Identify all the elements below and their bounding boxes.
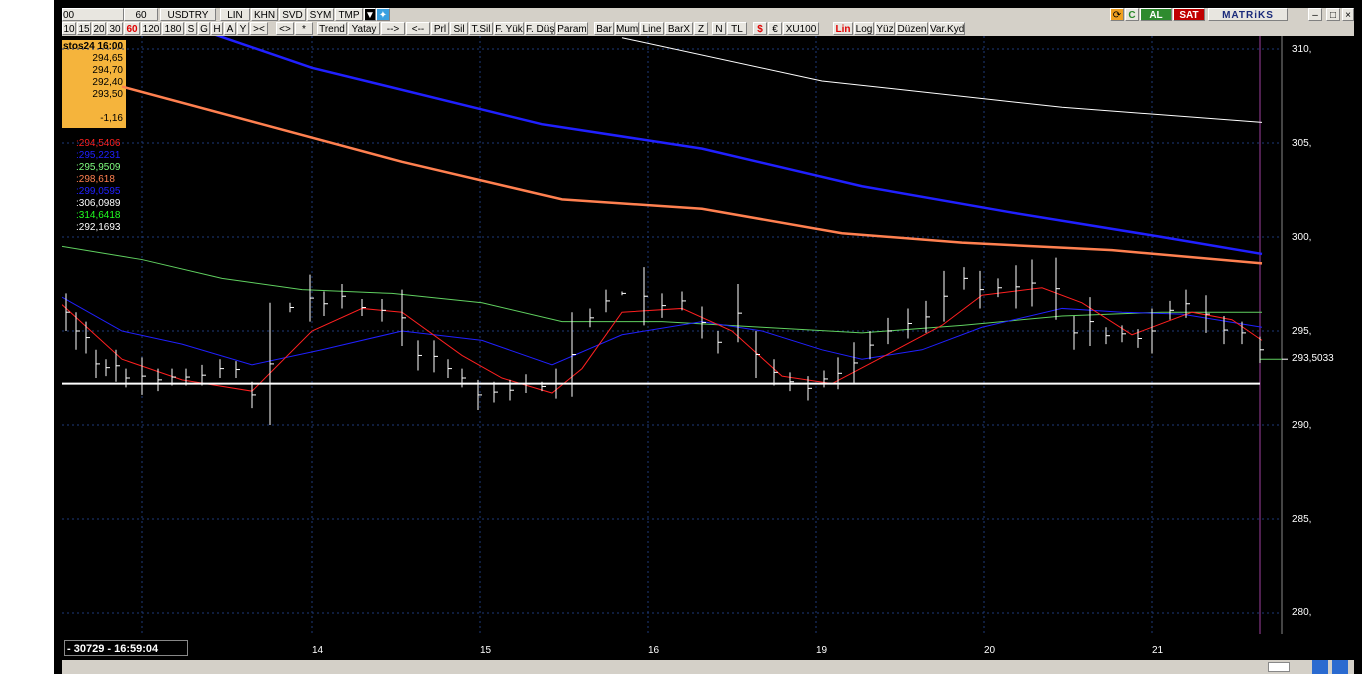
toolbar-btn-15[interactable]: Trend: [317, 22, 347, 35]
ma-blue-long: [215, 36, 1263, 256]
y-tick-label: 290,: [1292, 420, 1312, 431]
toolbar-btn-27[interactable]: Line: [640, 22, 664, 35]
status-readout: - 30729 - 16:59:04: [64, 640, 188, 656]
toolbar-btn-38[interactable]: Düzen: [896, 22, 928, 35]
y-tick-label: 280,: [1292, 607, 1312, 618]
toolbar-btn-9[interactable]: H: [211, 22, 223, 35]
dropdown-arrow-icon[interactable]: ▼: [364, 8, 376, 21]
twitter-icon[interactable]: ✦: [376, 8, 390, 21]
toolbar-btn-13[interactable]: <>: [276, 22, 294, 35]
toolbar-btn-32[interactable]: $: [753, 22, 767, 35]
lin-button[interactable]: LIN: [220, 8, 250, 21]
sell-button[interactable]: SAT: [1173, 8, 1205, 21]
toolbar-btn-35[interactable]: Lin: [833, 22, 853, 35]
toolbar-btn-18[interactable]: <--: [406, 22, 430, 35]
price-chart[interactable]: [62, 36, 1288, 634]
interval-field[interactable]: 60: [124, 8, 158, 21]
toolbar-btn-4[interactable]: 60: [124, 22, 140, 35]
y-tick-label: 310,: [1292, 44, 1312, 55]
tmp-button[interactable]: TMP: [335, 8, 363, 21]
toolbar-btn-0[interactable]: 10: [62, 22, 76, 35]
sym-button[interactable]: SYM: [307, 8, 334, 21]
toolbar-btn-1[interactable]: 15: [77, 22, 91, 35]
maximize-icon[interactable]: □: [1326, 8, 1340, 21]
toolbar-btn-29[interactable]: Z: [694, 22, 708, 35]
x-tick-label: 16: [648, 645, 660, 656]
toolbar-btn-19[interactable]: Prl: [431, 22, 449, 35]
toolbar-btn-7[interactable]: S: [185, 22, 197, 35]
y-tick-label: 300,: [1292, 232, 1312, 243]
matriks-logo: MATRiKS: [1208, 8, 1288, 21]
refresh-icon[interactable]: ⟳: [1110, 8, 1124, 21]
x-tick-label: 19: [816, 645, 828, 656]
toolbar-btn-37[interactable]: Yüz: [875, 22, 895, 35]
c-icon[interactable]: C: [1125, 8, 1139, 21]
left-margin: [0, 0, 54, 674]
toolbar-btn-21[interactable]: T.Sil: [469, 22, 493, 35]
khn-button[interactable]: KHN: [251, 8, 278, 21]
toolbar-btn-33[interactable]: €: [768, 22, 782, 35]
toolbar-btn-24[interactable]: Param: [556, 22, 588, 35]
scroll-thumb[interactable]: [1268, 662, 1290, 672]
toolbar-btn-2[interactable]: 20: [92, 22, 106, 35]
current-price-tag: 293,5033: [1289, 352, 1362, 366]
svd-button[interactable]: SVD: [279, 8, 306, 21]
x-tick-label: 20: [984, 645, 996, 656]
toolbar-btn-3[interactable]: 30: [107, 22, 123, 35]
toolbar-btn-30[interactable]: N: [712, 22, 726, 35]
toolbar-btn-6[interactable]: 180: [162, 22, 184, 35]
toolbar-btn-17[interactable]: -->: [381, 22, 405, 35]
symbol-field[interactable]: USDTRY: [160, 8, 216, 21]
x-tick-label: 14: [312, 645, 324, 656]
y-tick-label: 285,: [1292, 514, 1312, 525]
toolbar-periods: 10 15 20 30 60 120 180 S G H A Y >< <> * Trend Yatay --> <…: [62, 22, 1354, 36]
toolbar-btn-20[interactable]: Sil: [450, 22, 468, 35]
toolbar-btn-25[interactable]: Bar: [594, 22, 614, 35]
period-field[interactable]: 00: [62, 8, 124, 21]
ma-white: [621, 37, 1263, 123]
buy-button[interactable]: AL: [1140, 8, 1172, 21]
toolbar-btn-10[interactable]: A: [224, 22, 236, 35]
toolbar-btn-12[interactable]: ><: [250, 22, 268, 35]
x-tick-label: 21: [1152, 645, 1164, 656]
scrollbar[interactable]: [62, 660, 1354, 674]
close-icon[interactable]: ×: [1342, 8, 1354, 21]
toolbar-btn-28[interactable]: BarX: [665, 22, 693, 35]
sync-icon[interactable]: [1312, 660, 1328, 674]
y-tick-label: 295,: [1292, 326, 1312, 337]
minimize-icon[interactable]: –: [1308, 8, 1322, 21]
toolbar-btn-26[interactable]: Mum: [615, 22, 639, 35]
toolbar-btn-5[interactable]: 120: [141, 22, 161, 35]
toolbar-btn-11[interactable]: Y: [237, 22, 249, 35]
toolbar-btn-8[interactable]: G: [198, 22, 210, 35]
toolbar-top: 00 60 USDTRY LIN KHN SVD SYM TMP ▼ ✦ ⟳ C…: [62, 8, 1354, 22]
toolbar-btn-14[interactable]: *: [295, 22, 313, 35]
toolbar-btn-36[interactable]: Log: [854, 22, 874, 35]
toolbar-btn-23[interactable]: F. Düş: [525, 22, 555, 35]
toolbar-btn-34[interactable]: XU100: [783, 22, 819, 35]
toolbar-btn-39[interactable]: Var.Kyd: [929, 22, 965, 35]
toolbar-btn-22[interactable]: F. Yük: [494, 22, 524, 35]
settings-icon[interactable]: [1332, 660, 1348, 674]
ma-green: [62, 245, 1262, 334]
y-tick-label: 305,: [1292, 138, 1312, 149]
toolbar-btn-31[interactable]: TL: [727, 22, 747, 35]
x-tick-label: 15: [480, 645, 492, 656]
toolbar-btn-16[interactable]: Yatay: [348, 22, 380, 35]
